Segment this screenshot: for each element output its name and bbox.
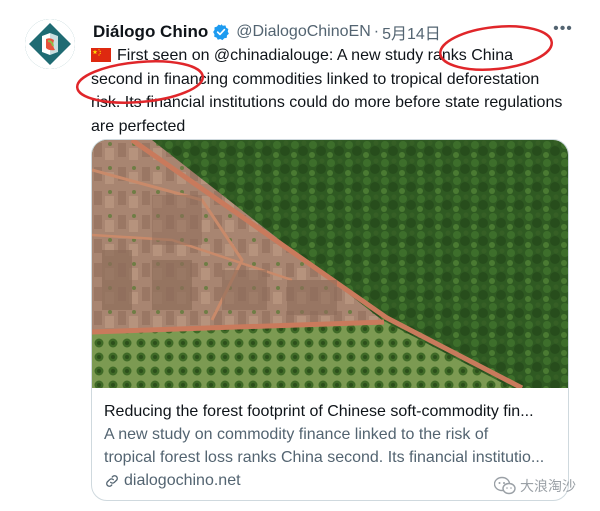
card-description-line-1: A new study on commodity finance linked … — [104, 426, 489, 443]
card-description: A new study on commodity finance linked … — [104, 423, 559, 469]
handle[interactable]: @DialogoChinoEN — [236, 23, 371, 41]
dialogo-chino-logo — [25, 19, 75, 69]
more-options-icon[interactable]: ••• — [553, 19, 573, 39]
card-title[interactable]: Reducing the forest footprint of Chinese… — [104, 400, 559, 423]
china-flag-icon — [91, 48, 111, 62]
watermark: 大浪淘沙 — [494, 474, 576, 498]
card-domain-text: dialogochino.net — [124, 472, 241, 489]
card-description-line-2: tropical forest loss ranks China second.… — [104, 449, 545, 466]
avatar[interactable] — [25, 19, 75, 69]
display-name[interactable]: Diálogo Chino — [93, 22, 208, 42]
tweet[interactable]: Diálogo Chino @DialogoChinoEN · 5月14日 ••… — [0, 0, 600, 511]
tweet-header: Diálogo Chino @DialogoChinoEN · 5月14日 — [93, 21, 441, 43]
separator: · — [373, 23, 380, 40]
verified-badge-icon — [213, 24, 230, 41]
tweet-date[interactable]: 5月14日 — [382, 20, 441, 44]
wechat-icon — [494, 476, 516, 495]
tweet-text: First seen on @chinadialouge: A new stud… — [91, 44, 566, 138]
link-card[interactable]: Reducing the forest footprint of Chinese… — [91, 139, 569, 501]
link-icon — [106, 474, 118, 487]
tweet-text-body: First seen on @chinadialouge: A new stud… — [91, 47, 563, 135]
deforestation-aerial-image — [92, 140, 568, 388]
watermark-text: 大浪淘沙 — [520, 478, 576, 494]
card-domain[interactable]: dialogochino.net — [104, 469, 559, 492]
card-body: Reducing the forest footprint of Chinese… — [104, 400, 559, 492]
